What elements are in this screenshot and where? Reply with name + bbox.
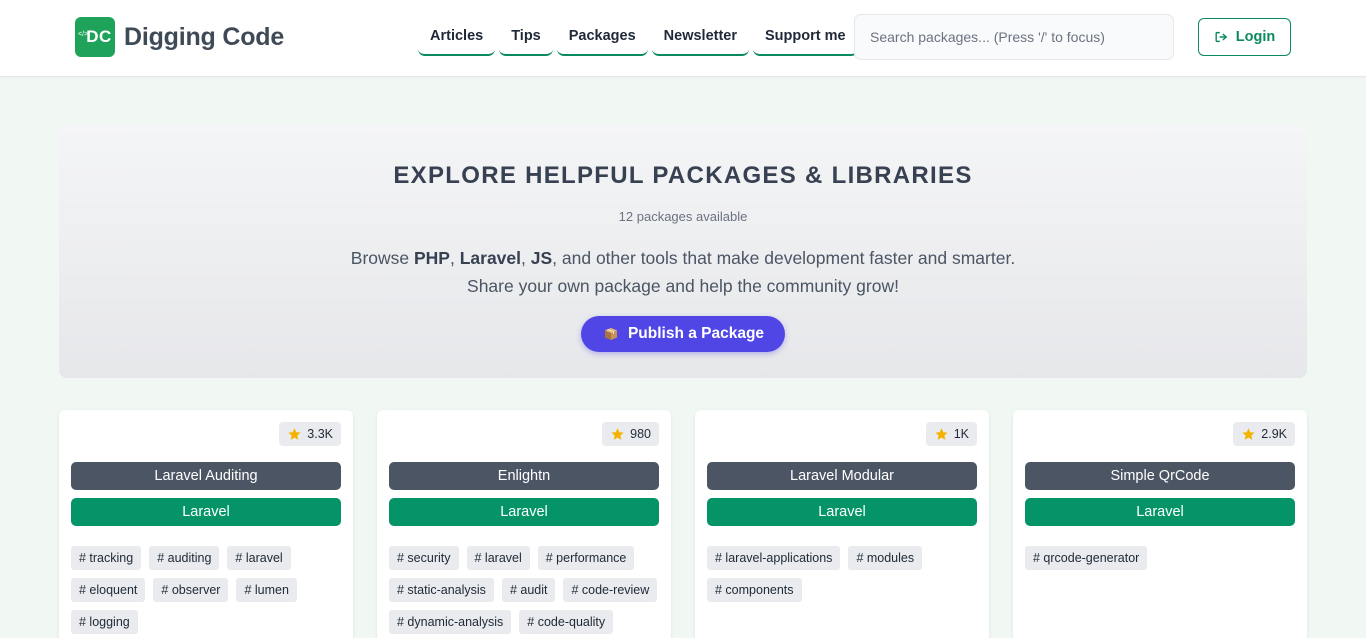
star-icon — [611, 427, 624, 440]
tag-list: # laravel-applications # modules # compo… — [707, 546, 979, 602]
main-nav: Articles Tips Packages Newsletter Suppor… — [418, 18, 858, 56]
star-count: 1K — [953, 427, 969, 441]
tag[interactable]: # security — [389, 546, 459, 570]
package-category[interactable]: Laravel — [707, 498, 977, 526]
package-card[interactable]: 2.9K Simple QrCode Laravel # qrcode-gene… — [1013, 410, 1307, 638]
package-name[interactable]: Laravel Modular — [707, 462, 977, 490]
star-icon — [935, 427, 948, 440]
star-count: 3.3K — [307, 427, 333, 441]
tag[interactable]: # laravel — [466, 546, 530, 570]
star-icon — [288, 427, 301, 440]
package-category[interactable]: Laravel — [71, 498, 341, 526]
hero-line1-suffix: , and other tools that make development … — [552, 248, 1016, 268]
package-card[interactable]: 980 Enlightn Laravel # security # larave… — [377, 410, 671, 638]
tag[interactable]: # auditing — [149, 546, 220, 570]
star-count-badge: 2.9K — [1233, 422, 1295, 446]
hero-line-1: Browse PHP, Laravel, JS, and other tools… — [59, 244, 1307, 272]
tag-list: # tracking # auditing # laravel # eloque… — [71, 546, 343, 634]
hero-title: EXPLORE HELPFUL PACKAGES & LIBRARIES — [393, 162, 973, 189]
nav-articles[interactable]: Articles — [418, 18, 496, 56]
login-icon — [1215, 31, 1227, 43]
package-card[interactable]: 1K Laravel Modular Laravel # laravel-app… — [695, 410, 989, 638]
publish-package-button[interactable]: Publish a Package — [581, 316, 785, 352]
code-mark: </> — [78, 31, 89, 38]
hero-js: JS — [530, 248, 553, 268]
tag[interactable]: # audit — [501, 578, 556, 602]
login-label: Login — [1235, 29, 1276, 45]
tag[interactable]: # logging — [71, 610, 138, 634]
hero-sep-2: , — [521, 248, 531, 268]
publish-label: Publish a Package — [627, 325, 765, 342]
hero-banner: EXPLORE HELPFUL PACKAGES & LIBRARIES 12 … — [59, 125, 1307, 378]
star-icon — [1242, 427, 1255, 440]
tag[interactable]: # dynamic-analysis — [389, 610, 512, 634]
package-name[interactable]: Simple QrCode — [1025, 462, 1295, 490]
nav-tips[interactable]: Tips — [499, 18, 553, 56]
logo-initials: DC — [86, 27, 112, 46]
package-card[interactable]: 3.3K Laravel Auditing Laravel # tracking… — [59, 410, 353, 638]
tag[interactable]: # laravel-applications — [707, 546, 841, 570]
package-category[interactable]: Laravel — [389, 498, 659, 526]
package-name[interactable]: Laravel Auditing — [71, 462, 341, 490]
hero-php: PHP — [414, 248, 450, 268]
tag[interactable]: # components — [707, 578, 802, 602]
star-count-badge: 3.3K — [279, 422, 341, 446]
package-count: 12 packages available — [618, 209, 748, 224]
tag-list: # security # laravel # performance # sta… — [389, 546, 661, 634]
hero-description: Browse PHP, Laravel, JS, and other tools… — [59, 244, 1307, 300]
hero-laravel: Laravel — [459, 248, 522, 268]
star-count: 2.9K — [1261, 427, 1287, 441]
hero-sep-1: , — [449, 248, 460, 268]
star-count: 980 — [630, 427, 651, 441]
package-category[interactable]: Laravel — [1025, 498, 1295, 526]
tag[interactable]: # lumen — [236, 578, 297, 602]
star-count-badge: 1K — [925, 422, 977, 446]
star-count-badge: 980 — [602, 422, 659, 446]
tag[interactable]: # observer — [153, 578, 229, 602]
tag[interactable]: # eloquent — [71, 578, 146, 602]
tag[interactable]: # performance — [537, 546, 635, 570]
tag[interactable]: # modules — [848, 546, 923, 570]
tag[interactable]: # static-analysis — [389, 578, 494, 602]
nav-support-me[interactable]: Support me — [753, 18, 858, 56]
site-header: </> DC Digging Code Articles Tips Packag… — [0, 0, 1366, 77]
package-box-icon — [604, 328, 617, 340]
nav-newsletter[interactable]: Newsletter — [651, 18, 750, 56]
logo-badge: </> DC — [75, 17, 115, 57]
login-button[interactable]: Login — [1198, 18, 1291, 56]
hero-line-2: Share your own package and help the comm… — [467, 276, 899, 296]
tag[interactable]: # code-review — [563, 578, 658, 602]
brand-logo[interactable]: </> DC Digging Code — [75, 17, 284, 57]
tag[interactable]: # qrcode-generator — [1025, 546, 1148, 570]
hero-line1-prefix: Browse — [350, 248, 414, 268]
search-box — [854, 14, 1174, 60]
tag-list: # qrcode-generator — [1025, 546, 1297, 570]
tag[interactable]: # tracking — [71, 546, 142, 570]
nav-packages[interactable]: Packages — [556, 18, 648, 56]
brand-name: Digging Code — [124, 22, 285, 51]
package-name[interactable]: Enlightn — [389, 462, 659, 490]
search-input[interactable] — [870, 29, 1158, 45]
tag[interactable]: # laravel — [227, 546, 291, 570]
tag[interactable]: # code-quality — [519, 610, 614, 634]
